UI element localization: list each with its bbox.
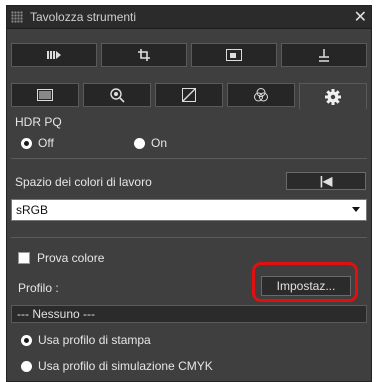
tab-image[interactable] bbox=[191, 43, 277, 67]
radio-unselected-icon bbox=[21, 360, 32, 372]
color-space-label: Spazio dei colori di lavoro bbox=[15, 175, 152, 189]
profile-value-field: --- Nessuno --- bbox=[11, 305, 367, 323]
color-space-reset-button[interactable]: |◀ bbox=[286, 172, 366, 190]
window-title: Tavolozza strumenti bbox=[30, 10, 137, 24]
tool-tabs-row-2 bbox=[11, 83, 367, 109]
highlight-annotation bbox=[252, 262, 358, 302]
tab-crop[interactable] bbox=[101, 43, 187, 67]
use-cmyk-profile-label: Usa profilo di simulazione CMYK bbox=[38, 359, 213, 373]
settings-gear-icon bbox=[325, 88, 341, 105]
use-print-profile-label: Usa profilo di stampa bbox=[38, 333, 151, 347]
tab-color[interactable] bbox=[227, 83, 295, 107]
reset-arrow-icon: |◀ bbox=[319, 174, 333, 188]
image-icon bbox=[226, 49, 242, 61]
radio-selected-icon bbox=[21, 137, 32, 149]
tab-tone-adjust[interactable] bbox=[11, 43, 97, 67]
color-adjust-icon bbox=[254, 88, 268, 102]
divider bbox=[11, 158, 367, 159]
tab-basic[interactable] bbox=[11, 83, 79, 107]
dropdown-arrow-icon bbox=[352, 207, 360, 212]
radio-unselected-icon bbox=[134, 137, 145, 149]
tone-curve-adjust-icon bbox=[47, 51, 61, 59]
tab-level[interactable] bbox=[281, 43, 367, 67]
profile-label: Profilo : bbox=[18, 281, 59, 295]
proof-checkbox[interactable] bbox=[18, 252, 30, 264]
level-stamp-icon bbox=[319, 49, 329, 62]
close-icon[interactable]: ✕ bbox=[354, 7, 367, 26]
tab-curve[interactable] bbox=[155, 83, 223, 107]
drag-grip-icon[interactable] bbox=[11, 11, 23, 23]
basic-adjust-icon bbox=[37, 89, 53, 101]
color-space-value: sRGB bbox=[16, 203, 49, 217]
crop-icon bbox=[138, 49, 150, 61]
hdr-pq-off-radio[interactable]: Off bbox=[21, 136, 54, 150]
hdr-pq-on-label: On bbox=[151, 136, 168, 150]
hdr-pq-off-label: Off bbox=[38, 136, 54, 150]
use-cmyk-profile-radio[interactable]: Usa profilo di simulazione CMYK bbox=[21, 359, 213, 373]
title-bar[interactable]: Tavolozza strumenti ✕ bbox=[7, 6, 371, 29]
proof-checkbox-label: Prova colore bbox=[37, 251, 105, 265]
tone-curve-icon bbox=[182, 88, 196, 102]
color-space-select[interactable]: sRGB bbox=[11, 199, 367, 221]
lens-correction-icon bbox=[110, 88, 125, 103]
use-print-profile-radio[interactable]: Usa profilo di stampa bbox=[21, 333, 151, 347]
hdr-pq-label: HDR PQ bbox=[15, 115, 62, 129]
divider bbox=[11, 237, 367, 238]
hdr-pq-on-radio[interactable]: On bbox=[134, 136, 167, 150]
radio-selected-icon bbox=[21, 334, 32, 346]
tab-lens[interactable] bbox=[83, 83, 151, 107]
tool-tabs-row-1 bbox=[11, 43, 367, 68]
tool-palette-panel: Tavolozza strumenti ✕ HDR PQ Off On Spaz… bbox=[6, 5, 372, 382]
tab-settings[interactable] bbox=[299, 83, 367, 109]
